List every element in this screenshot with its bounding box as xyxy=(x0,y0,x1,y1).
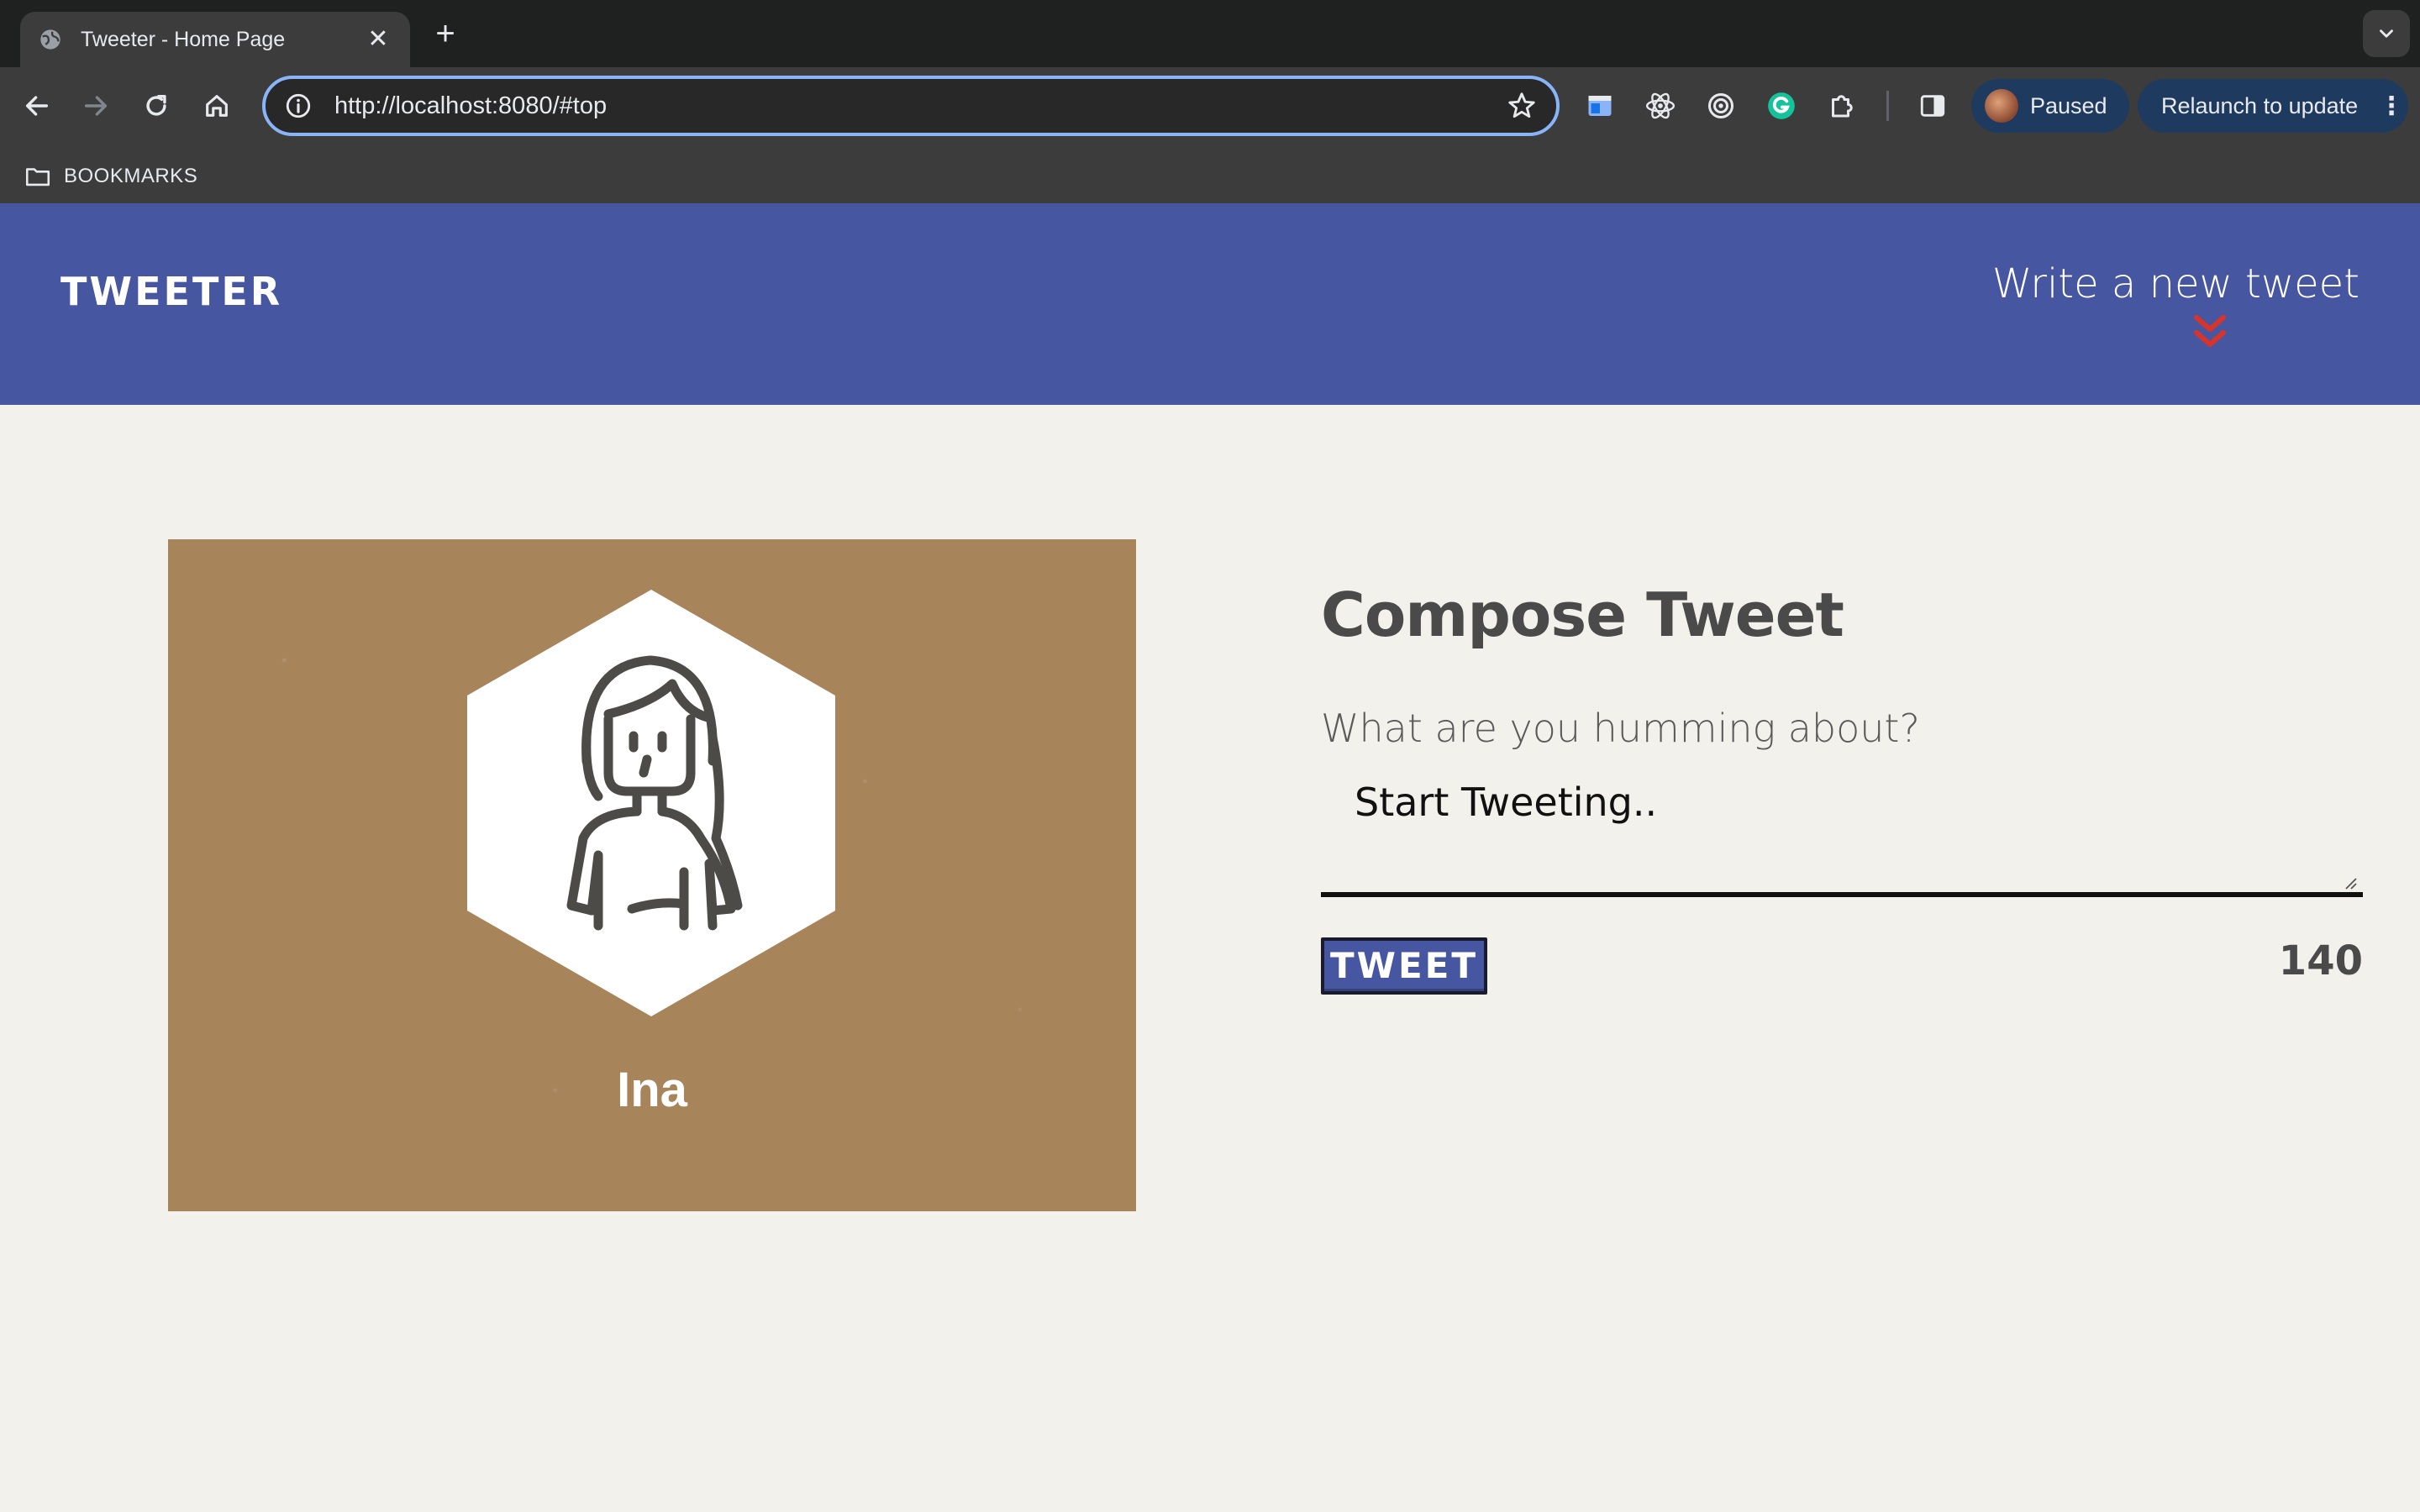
tab-title: Tweeter - Home Page xyxy=(81,27,286,51)
chevron-down-icon xyxy=(2380,29,2393,38)
home-button[interactable] xyxy=(195,84,239,128)
compose-tweet-section: Compose Tweet What are you humming about… xyxy=(1321,580,2363,995)
site-logo[interactable]: TWEETER xyxy=(60,269,282,314)
reload-icon xyxy=(146,94,166,116)
target-extension-icon[interactable] xyxy=(1702,87,1739,124)
compose-label: What are you humming about? xyxy=(1321,706,1920,751)
new-tab-button[interactable]: + xyxy=(427,15,464,52)
menu-kebab-icon[interactable]: ⋮ xyxy=(2375,92,2408,121)
female-user-avatar-icon xyxy=(467,590,835,1016)
compose-title: Compose Tweet xyxy=(1321,580,1844,650)
globe-icon xyxy=(40,29,60,50)
relaunch-label: Relaunch to update xyxy=(2161,92,2359,118)
profile-card: Ina xyxy=(168,539,1136,1211)
relaunch-button[interactable]: Relaunch to update ⋮ xyxy=(2138,79,2408,133)
folder-icon xyxy=(25,168,50,186)
grammarly-icon[interactable] xyxy=(1763,87,1800,124)
avatar xyxy=(1985,89,2018,123)
atom-icon xyxy=(1645,92,1676,119)
tab-search-button[interactable] xyxy=(2363,10,2410,57)
side-panel-icon[interactable] xyxy=(1914,87,1951,124)
target-icon xyxy=(1708,93,1733,118)
site-info-icon[interactable] xyxy=(284,92,313,120)
tweet-textarea[interactable] xyxy=(1321,771,2363,897)
home-icon xyxy=(206,95,228,117)
side-panel-glyph xyxy=(1920,95,1945,117)
window-extension-icon[interactable] xyxy=(1581,87,1618,124)
write-new-tweet-link[interactable]: Write a new tweet xyxy=(1992,260,2360,307)
resize-grip-icon[interactable] xyxy=(2343,875,2358,890)
back-button[interactable] xyxy=(15,84,59,128)
site-header: TWEETER Write a new tweet xyxy=(0,203,2420,405)
close-tab-icon[interactable]: ✕ xyxy=(365,27,392,52)
toolbar-divider xyxy=(1886,91,1889,121)
character-counter: 140 xyxy=(2278,937,2363,984)
address-bar[interactable]: http://localhost:8080/#top xyxy=(262,76,1560,136)
puzzle-extensions-icon[interactable] xyxy=(1823,87,1860,124)
profile-button[interactable]: Paused xyxy=(1971,79,2129,133)
react-devtools-icon[interactable] xyxy=(1642,87,1679,124)
window-extension-glyph xyxy=(1588,96,1612,116)
reload-button[interactable] xyxy=(134,84,178,128)
browser-tab-strip: Tweeter - Home Page ✕ + xyxy=(0,0,2420,67)
bookmark-star-icon[interactable] xyxy=(1506,90,1538,122)
bookmarks-bar: BOOKMARKS xyxy=(0,151,2420,202)
bookmarks-folder[interactable]: BOOKMARKS xyxy=(64,165,197,188)
arrow-left-icon xyxy=(25,96,49,116)
puzzle-icon xyxy=(1832,95,1853,118)
arrow-right-icon xyxy=(84,96,108,116)
profile-name: Ina xyxy=(617,1063,687,1117)
grammarly-glyph xyxy=(1768,92,1795,119)
url-text[interactable]: http://localhost:8080/#top xyxy=(334,92,1506,120)
tweet-submit-button[interactable]: TWEET xyxy=(1321,937,1487,995)
forward-button[interactable] xyxy=(74,84,118,128)
profile-status: Paused xyxy=(2030,92,2107,118)
double-chevron-down-icon[interactable] xyxy=(2191,312,2228,353)
browser-tab[interactable]: Tweeter - Home Page ✕ xyxy=(20,12,410,67)
